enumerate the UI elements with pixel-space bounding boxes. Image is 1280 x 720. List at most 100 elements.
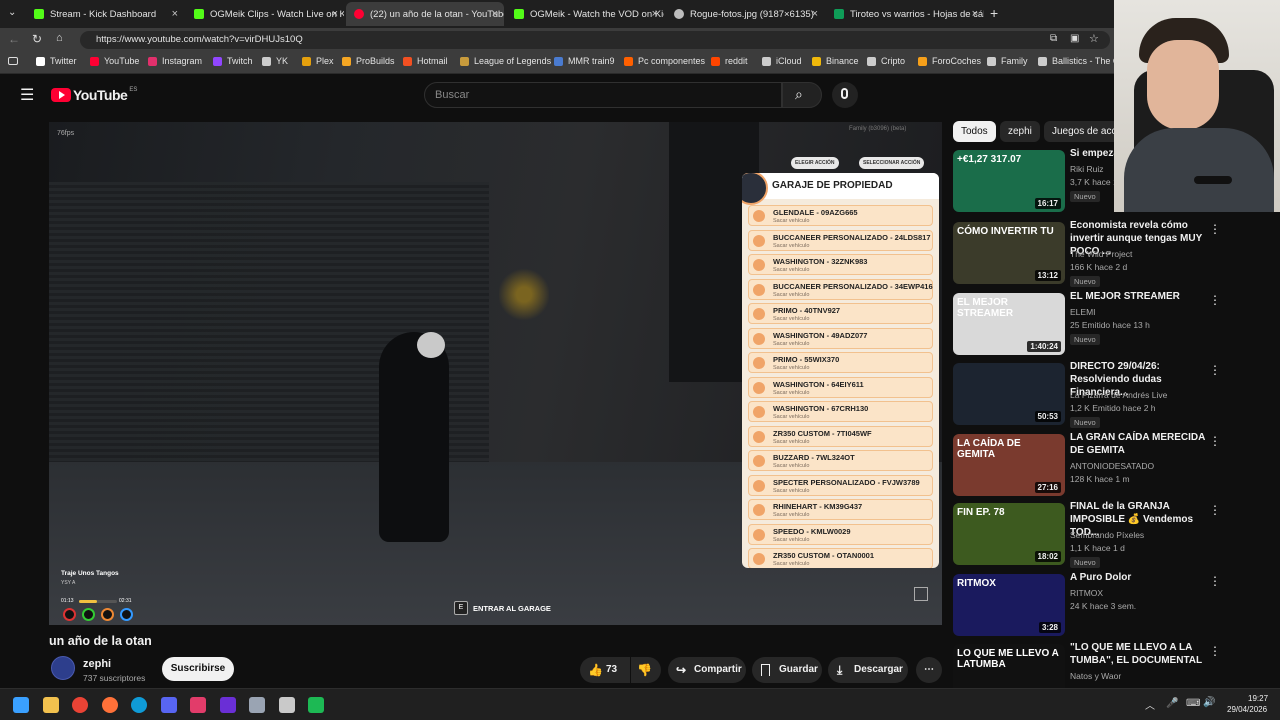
channel-avatar[interactable] bbox=[51, 656, 75, 680]
more-options-icon[interactable]: ⋮ bbox=[1209, 222, 1221, 236]
save-button[interactable]: Guardar bbox=[752, 657, 822, 683]
tray-chevron-icon[interactable]: ︿ bbox=[1145, 697, 1155, 712]
like-button[interactable]: 👍 73 bbox=[580, 657, 630, 683]
more-options-icon[interactable]: ⋮ bbox=[1209, 574, 1221, 588]
hamburger-menu-icon[interactable]: ☰ bbox=[20, 85, 34, 105]
recommendation-title[interactable]: EL MEJOR STREAMER bbox=[1070, 290, 1210, 303]
next-icon[interactable] bbox=[219, 697, 236, 713]
back-icon[interactable]: ← bbox=[8, 32, 20, 46]
more-options-icon[interactable]: ⋮ bbox=[1209, 434, 1221, 448]
discord-icon[interactable] bbox=[160, 697, 177, 713]
recommendation-channel[interactable]: La Pizarra de Andrés Live bbox=[1070, 390, 1167, 400]
close-icon[interactable]: × bbox=[652, 8, 658, 20]
recommendation-item[interactable]: CÓMO INVERTIR TU 13:12 Economista revela c… bbox=[953, 220, 1221, 287]
steam-like-icon[interactable] bbox=[278, 697, 295, 713]
clock-date[interactable]: 29/04/2026 bbox=[1227, 705, 1267, 714]
explorer-icon[interactable] bbox=[42, 697, 59, 713]
recommendation-channel[interactable]: ANTONIODESATADO bbox=[1070, 461, 1154, 471]
bookmark-item[interactable]: Twitter bbox=[36, 56, 77, 66]
tab-3[interactable]: OGMeik - Watch the VOD on Kick × bbox=[506, 2, 664, 26]
more-actions-button[interactable]: ⋯ bbox=[916, 657, 942, 683]
bookmark-item[interactable]: Twitch bbox=[213, 56, 253, 66]
recommendation-title[interactable]: "LO QUE ME LLEVO A LA TUMBA", EL DOCUMEN… bbox=[1070, 641, 1210, 667]
video-thumbnail[interactable]: +€1,27 317.07 16:17 bbox=[953, 150, 1065, 212]
share-button[interactable]: ↪ Compartir bbox=[668, 657, 746, 683]
subscribe-button[interactable]: Suscribirse bbox=[162, 657, 234, 681]
tab-2[interactable]: (22) un año de la otan - YouTube × bbox=[346, 2, 504, 26]
settings-icon[interactable] bbox=[249, 697, 265, 713]
bookmark-item[interactable]: Cripto bbox=[867, 56, 905, 66]
more-options-icon[interactable]: ⋮ bbox=[1209, 644, 1221, 658]
dislike-button[interactable]: 👎 bbox=[631, 657, 661, 683]
close-icon[interactable]: × bbox=[332, 8, 338, 20]
recommendation-channel[interactable]: Riki Ruiz bbox=[1070, 164, 1104, 174]
edge-icon[interactable] bbox=[131, 697, 147, 713]
recommendation-title[interactable]: A Puro Dolor bbox=[1070, 571, 1210, 584]
close-icon[interactable]: × bbox=[492, 8, 498, 20]
home-icon[interactable]: ⌂ bbox=[56, 32, 63, 44]
mic-tray-icon[interactable]: 🎤 bbox=[1166, 698, 1178, 709]
bookmark-item[interactable]: MMR train9 bbox=[554, 56, 615, 66]
bookmark-item[interactable]: ForoCoches bbox=[918, 56, 981, 66]
chip-juegos[interactable]: Juegos de acci bbox=[1044, 121, 1114, 142]
tab-5[interactable]: Tiroteo vs warrios - Hojas de cálcu × bbox=[826, 2, 984, 26]
tab-list-icon[interactable]: ⌄ bbox=[8, 7, 16, 18]
video-player[interactable]: 76fps Family (b3096) (beta) ELEGIR ACCIÓ… bbox=[49, 122, 942, 625]
chrome-icon[interactable] bbox=[72, 697, 88, 713]
more-options-icon[interactable]: ⋮ bbox=[1209, 503, 1221, 517]
bookmark-item[interactable]: Pc componentes bbox=[624, 56, 705, 66]
bookmark-item[interactable]: Binance bbox=[812, 56, 859, 66]
bookmark-item[interactable]: League of Legends bbox=[460, 56, 551, 66]
clock-time[interactable]: 19:27 bbox=[1248, 694, 1268, 703]
extension-icon[interactable]: ▣ bbox=[1070, 33, 1079, 44]
chip-zephi[interactable]: zephi bbox=[1000, 121, 1040, 142]
url-field[interactable]: https://www.youtube.com/watch?v=virDHUJs… bbox=[80, 31, 1110, 49]
bookmark-item[interactable]: Family bbox=[987, 56, 1028, 66]
recommendation-title[interactable]: LA GRAN CAÍDA MERECIDA DE GEMITA bbox=[1070, 431, 1210, 457]
download-button[interactable]: ⤓ Descargar bbox=[828, 657, 908, 683]
tab-4[interactable]: Rogue-fotos.jpg (9187×6135) × bbox=[666, 2, 824, 26]
kick-app-icon[interactable] bbox=[190, 697, 206, 713]
video-thumbnail[interactable]: LA CAÍDA DE GEMITA 27:16 bbox=[953, 434, 1065, 496]
firefox-icon[interactable] bbox=[101, 697, 118, 713]
video-thumbnail[interactable]: FIN EP. 78 18:02 bbox=[953, 503, 1065, 565]
search-button[interactable]: ⌕ bbox=[782, 82, 822, 108]
bookmark-item[interactable]: Ballistics - The Of bbox=[1038, 56, 1122, 66]
tab-1[interactable]: OGMeik Clips - Watch Live on Kick × bbox=[186, 2, 344, 26]
bookmark-item[interactable]: iCloud bbox=[762, 56, 802, 66]
bookmark-item[interactable]: reddit bbox=[711, 56, 748, 66]
network-icon[interactable]: ⌨ bbox=[1186, 698, 1200, 709]
bookmark-item[interactable]: YK bbox=[262, 56, 288, 66]
recommendation-item[interactable]: FIN EP. 78 18:02 FINAL de la GRANJA IMPOSI… bbox=[953, 501, 1221, 568]
recommendation-channel[interactable]: Natos y Waor bbox=[1070, 671, 1121, 681]
translate-icon[interactable]: ⧉ bbox=[1050, 33, 1057, 44]
recommendation-item[interactable]: EL MEJOR STREAMER 1:40:24 EL MEJOR STREAME… bbox=[953, 290, 1221, 355]
panel-icon[interactable] bbox=[8, 57, 18, 65]
recommendation-channel[interactable]: The Wild Project bbox=[1070, 249, 1132, 259]
youtube-logo[interactable]: YouTube ES bbox=[51, 87, 137, 103]
close-icon[interactable]: × bbox=[972, 8, 978, 20]
video-thumbnail[interactable]: 50:53 bbox=[953, 363, 1065, 425]
bookmark-item[interactable]: Plex bbox=[302, 56, 334, 66]
bookmark-item[interactable]: Hotmail bbox=[403, 56, 448, 66]
close-icon[interactable]: × bbox=[172, 8, 178, 20]
video-thumbnail[interactable]: CÓMO INVERTIR TU 13:12 bbox=[953, 222, 1065, 284]
tab-0[interactable]: Stream - Kick Dashboard × bbox=[26, 2, 184, 26]
video-thumbnail[interactable]: RITMOX 3:28 bbox=[953, 574, 1065, 636]
volume-icon[interactable]: 🔊 bbox=[1203, 697, 1215, 708]
recommendation-item[interactable]: RITMOX 3:28 A Puro Dolor RITMOX 24 K hace 3 … bbox=[953, 571, 1221, 636]
bookmark-item[interactable]: Instagram bbox=[148, 56, 202, 66]
bookmark-item[interactable]: ProBuilds bbox=[342, 56, 395, 66]
spotify-icon[interactable] bbox=[308, 697, 324, 713]
reload-icon[interactable]: ↻ bbox=[32, 32, 42, 46]
recommendation-channel[interactable]: Sembrando Píxeles bbox=[1070, 530, 1144, 540]
recommendation-channel[interactable]: ELEMI bbox=[1070, 307, 1096, 317]
new-tab-icon[interactable]: + bbox=[990, 5, 998, 21]
recommendation-item[interactable]: 50:53 DIRECTO 29/04/26: Resolviendo dudas… bbox=[953, 361, 1221, 428]
close-icon[interactable]: × bbox=[812, 8, 818, 20]
video-thumbnail[interactable]: EL MEJOR STREAMER 1:40:24 bbox=[953, 293, 1065, 355]
more-options-icon[interactable]: ⋮ bbox=[1209, 293, 1221, 307]
recommendation-item[interactable]: LA CAÍDA DE GEMITA 27:16 LA GRAN CAÍDA MER… bbox=[953, 431, 1221, 496]
voice-search-button[interactable] bbox=[832, 82, 858, 108]
channel-name[interactable]: zephi bbox=[83, 658, 111, 670]
